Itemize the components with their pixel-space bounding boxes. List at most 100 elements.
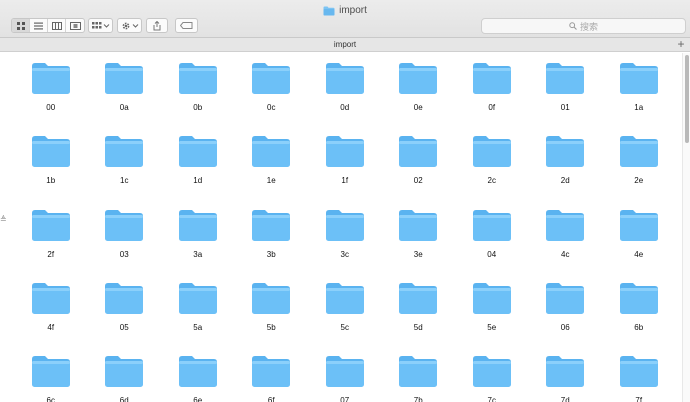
folder-label: 4e — [634, 249, 644, 259]
share-button[interactable] — [146, 18, 168, 33]
tag-button[interactable] — [175, 18, 198, 33]
folder-label: 7d — [560, 396, 570, 402]
folder-item[interactable]: 7c — [455, 346, 529, 402]
folder-item[interactable]: 3c — [308, 200, 382, 273]
tab-title[interactable]: import — [334, 40, 356, 49]
folder-label: 4f — [47, 322, 55, 332]
folder-label: 04 — [487, 249, 497, 259]
folder-item[interactable]: 0e — [382, 53, 456, 126]
folder-icon — [178, 135, 218, 168]
scrollbar-thumb[interactable] — [685, 55, 689, 143]
folder-item[interactable]: 4e — [602, 200, 676, 273]
folder-item[interactable]: 5b — [235, 273, 309, 346]
folder-item[interactable]: 1a — [602, 53, 676, 126]
arrange-button[interactable] — [88, 18, 113, 33]
folder-label: 6c — [46, 396, 55, 402]
arrange-icon — [91, 21, 109, 28]
folder-item[interactable]: 04 — [455, 200, 529, 273]
folder-item[interactable]: 6d — [88, 346, 162, 402]
folder-item[interactable]: 4f — [14, 273, 88, 346]
folder-item[interactable]: 03 — [88, 200, 162, 273]
folder-icon — [251, 209, 291, 242]
search-field[interactable]: 搜索 — [481, 18, 686, 34]
folder-icon — [323, 6, 335, 16]
tag-icon — [180, 22, 193, 29]
folder-label: 7f — [635, 396, 643, 402]
folder-item[interactable]: 07 — [308, 346, 382, 402]
folder-label: 0d — [340, 103, 350, 112]
icon-view-icon — [16, 21, 25, 30]
folder-item[interactable]: 7d — [529, 346, 603, 402]
folder-icon — [104, 62, 144, 95]
sidebar-toggle-icon[interactable]: ≜ — [0, 215, 7, 225]
folder-icon — [545, 282, 585, 315]
folder-label: 07 — [340, 396, 350, 402]
folder-icon — [619, 355, 659, 388]
folder-item[interactable]: 6b — [602, 273, 676, 346]
folder-icon — [398, 282, 438, 315]
column-view-button[interactable] — [48, 19, 66, 32]
folder-item[interactable]: 06 — [529, 273, 603, 346]
folder-item[interactable]: 1d — [161, 126, 235, 199]
folder-icon — [472, 282, 512, 315]
folder-item[interactable]: 6e — [161, 346, 235, 402]
folder-label: 2e — [634, 176, 644, 186]
folder-item[interactable]: 02 — [382, 126, 456, 199]
folder-item[interactable]: 1c — [88, 126, 162, 199]
folder-item[interactable]: 0d — [308, 53, 382, 126]
folder-item[interactable]: 6f — [235, 346, 309, 402]
folder-item[interactable]: 7b — [382, 346, 456, 402]
folder-icon — [31, 209, 71, 242]
folder-icon — [325, 282, 365, 315]
folder-item[interactable]: 5d — [382, 273, 456, 346]
folder-icon — [325, 135, 365, 168]
folder-item[interactable]: 5a — [161, 273, 235, 346]
folder-item[interactable]: 3e — [382, 200, 456, 273]
folder-item[interactable]: 2d — [529, 126, 603, 199]
icon-view-button[interactable] — [12, 19, 30, 32]
folder-item[interactable]: 3a — [161, 200, 235, 273]
folder-label: 5c — [340, 322, 349, 332]
folder-item[interactable]: 1b — [14, 126, 88, 199]
folder-icon — [325, 209, 365, 242]
folder-icon — [251, 135, 291, 168]
folder-item[interactable]: 5e — [455, 273, 529, 346]
folder-label: 6f — [267, 396, 275, 402]
action-menu-button[interactable] — [117, 18, 142, 33]
folder-item[interactable]: 2e — [602, 126, 676, 199]
folder-icon — [178, 282, 218, 315]
folder-item[interactable]: 05 — [88, 273, 162, 346]
folder-icon — [398, 135, 438, 168]
folder-item[interactable]: 3b — [235, 200, 309, 273]
folder-item[interactable]: 1e — [235, 126, 309, 199]
folder-item[interactable]: 0f — [455, 53, 529, 126]
folder-label: 6d — [119, 396, 129, 402]
folder-item[interactable]: 2c — [455, 126, 529, 199]
folder-item[interactable]: 0a — [88, 53, 162, 126]
folder-label: 03 — [119, 249, 129, 259]
window-titlebar: import 搜索 — [0, 0, 690, 38]
list-view-button[interactable] — [30, 19, 48, 32]
folder-item[interactable]: 7f — [602, 346, 676, 402]
folder-icon — [619, 282, 659, 315]
folder-icon — [104, 209, 144, 242]
folder-icon — [545, 135, 585, 168]
vertical-scrollbar[interactable] — [682, 53, 690, 402]
folder-icon — [104, 135, 144, 168]
folder-label: 6e — [193, 396, 203, 402]
folder-item[interactable]: 1f — [308, 126, 382, 199]
folder-grid: 00 0a 0b 0c 0d 0e 0f 01 1a 1b 1c 1d 1e 1f 02 2c 2d 2e 2f 03… — [14, 53, 674, 402]
folder-item[interactable]: 2f — [14, 200, 88, 273]
folder-item[interactable]: 01 — [529, 53, 603, 126]
folder-item[interactable]: 5c — [308, 273, 382, 346]
folder-item[interactable]: 0b — [161, 53, 235, 126]
folder-label: 3c — [340, 249, 349, 259]
folder-item[interactable]: 6c — [14, 346, 88, 402]
folder-item[interactable]: 0c — [235, 53, 309, 126]
gallery-view-button[interactable] — [66, 19, 84, 32]
new-tab-plus-icon[interactable]: + — [676, 38, 686, 51]
folder-label: 3e — [413, 249, 423, 259]
folder-item[interactable]: 4c — [529, 200, 603, 273]
folder-label: 02 — [413, 176, 423, 186]
folder-item[interactable]: 00 — [14, 53, 88, 126]
